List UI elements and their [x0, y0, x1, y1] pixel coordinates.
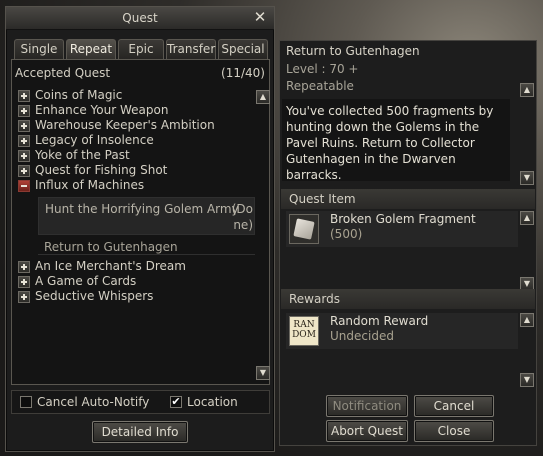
checkbox-label: Location: [187, 395, 238, 409]
random-reward-icon[interactable]: RAN DOM: [289, 316, 319, 346]
scroll-up-icon[interactable]: ▲: [520, 83, 534, 97]
quest-item-label: Coins of Magic: [35, 88, 123, 102]
scroll-up-icon[interactable]: ▲: [520, 211, 534, 225]
quest-detail-panel: Return to Gutenhagen Level : 70 + Repeat…: [279, 40, 537, 446]
expand-icon[interactable]: [18, 275, 30, 288]
reward-status: Undecided: [330, 329, 394, 343]
quest-item[interactable]: An Ice Merchant's Dream: [18, 259, 250, 274]
quest-item-row[interactable]: Broken Golem Fragment (500): [286, 211, 518, 247]
quest-item-label: Legacy of Insolence: [35, 133, 154, 147]
close-button[interactable]: Close: [414, 420, 494, 442]
accepted-quest-header: Accepted Quest (11/40): [15, 66, 265, 82]
quest-item-label: Yoke of the Past: [35, 148, 130, 162]
close-icon[interactable]: ✕: [252, 9, 268, 25]
golem-fragment-icon[interactable]: [289, 214, 319, 244]
quest-step-status: (Do ne): [232, 201, 253, 233]
checkmark-icon[interactable]: ✔: [170, 396, 182, 408]
reward-row[interactable]: RAN DOM Random Reward Undecided: [286, 313, 518, 349]
scroll-up-icon[interactable]: ▲: [520, 313, 534, 327]
expand-icon[interactable]: [18, 164, 30, 177]
options-bar: Cancel Auto-Notify ✔ Location: [11, 390, 270, 414]
abort-quest-button[interactable]: Abort Quest: [326, 420, 408, 442]
expand-icon[interactable]: [18, 119, 30, 132]
quest-window: Quest ✕ Single Repeat Epic Transfer Spec…: [5, 6, 275, 452]
quest-item[interactable]: A Game of Cards: [18, 274, 250, 289]
accepted-quest-label: Accepted Quest: [15, 66, 111, 80]
scroll-down-icon[interactable]: ▼: [520, 373, 534, 387]
icon-text: DOM: [292, 330, 316, 340]
quest-item-label: Enhance Your Weapon: [35, 103, 169, 117]
tab-single[interactable]: Single: [14, 39, 64, 59]
quest-step-label: Hunt the Horrifying Golem Army: [45, 202, 239, 216]
quest-item[interactable]: Enhance Your Weapon: [18, 103, 250, 118]
item-quantity: (500): [330, 227, 363, 241]
quest-item-label: Seductive Whispers: [35, 289, 154, 303]
quest-item[interactable]: Coins of Magic: [18, 88, 250, 103]
tab-transfer[interactable]: Transfer: [166, 39, 216, 59]
status-part: ne): [233, 218, 253, 232]
quest-item-label: Warehouse Keeper's Ambition: [35, 118, 215, 132]
scroll-down-icon[interactable]: ▼: [256, 366, 270, 380]
quest-item[interactable]: Seductive Whispers: [18, 289, 250, 304]
tab-epic[interactable]: Epic: [118, 39, 164, 59]
scroll-up-icon[interactable]: ▲: [256, 90, 270, 104]
expand-icon[interactable]: [18, 149, 30, 162]
expand-icon[interactable]: [18, 104, 30, 117]
detail-title: Return to Gutenhagen: [286, 44, 420, 58]
rewards-header: Rewards: [281, 289, 535, 309]
tab-special[interactable]: Special: [218, 39, 268, 59]
quest-step-completed[interactable]: Hunt the Horrifying Golem Army (Do ne): [38, 197, 255, 235]
detailed-info-button[interactable]: Detailed Info: [92, 421, 188, 443]
quest-item-label: Influx of Machines: [35, 178, 145, 192]
collapse-icon[interactable]: [18, 179, 30, 192]
quest-item-label: An Ice Merchant's Dream: [35, 259, 186, 273]
quest-tabs: Single Repeat Epic Transfer Special: [14, 39, 268, 59]
checkbox-unchecked-icon[interactable]: [20, 396, 32, 408]
quest-item[interactable]: Quest for Fishing Shot: [18, 163, 250, 178]
expand-icon[interactable]: [18, 89, 30, 102]
cancel-auto-notify-checkbox[interactable]: Cancel Auto-Notify: [20, 395, 149, 409]
accepted-quest-count: (11/40): [221, 66, 265, 80]
notification-button[interactable]: Notification: [326, 395, 408, 417]
quest-item[interactable]: Influx of Machines: [18, 178, 250, 193]
scroll-down-icon[interactable]: ▼: [520, 171, 534, 185]
item-name: Broken Golem Fragment: [330, 212, 476, 226]
quest-item[interactable]: Legacy of Insolence: [18, 133, 250, 148]
expand-icon[interactable]: [18, 260, 30, 273]
cancel-button[interactable]: Cancel: [414, 395, 494, 417]
quest-item[interactable]: Warehouse Keeper's Ambition: [18, 118, 250, 133]
quest-list-panel: Accepted Quest (11/40) Coins of Magic En…: [11, 59, 270, 385]
location-checkbox[interactable]: ✔ Location: [170, 395, 238, 409]
expand-icon[interactable]: [18, 134, 30, 147]
quest-item-label: Quest for Fishing Shot: [35, 163, 168, 177]
quest-step-current[interactable]: Return to Gutenhagen: [38, 239, 255, 255]
quest-list: Coins of Magic Enhance Your Weapon Wareh…: [18, 88, 255, 304]
window-title: Quest: [122, 11, 158, 25]
quest-item-label: A Game of Cards: [35, 274, 137, 288]
detail-repeatable: Repeatable: [286, 79, 354, 93]
status-part: (Do: [231, 202, 253, 216]
icon-text: RAN: [293, 320, 315, 330]
quest-item[interactable]: Yoke of the Past: [18, 148, 250, 163]
reward-name: Random Reward: [330, 314, 429, 328]
expand-icon[interactable]: [18, 290, 30, 303]
tab-repeat[interactable]: Repeat: [66, 39, 116, 59]
checkbox-label: Cancel Auto-Notify: [37, 395, 150, 409]
title-bar[interactable]: Quest ✕: [6, 7, 274, 30]
detail-description: You've collected 500 fragments by huntin…: [282, 99, 510, 182]
quest-item-header: Quest Item: [281, 189, 535, 209]
detail-level: Level : 70 +: [286, 62, 359, 76]
